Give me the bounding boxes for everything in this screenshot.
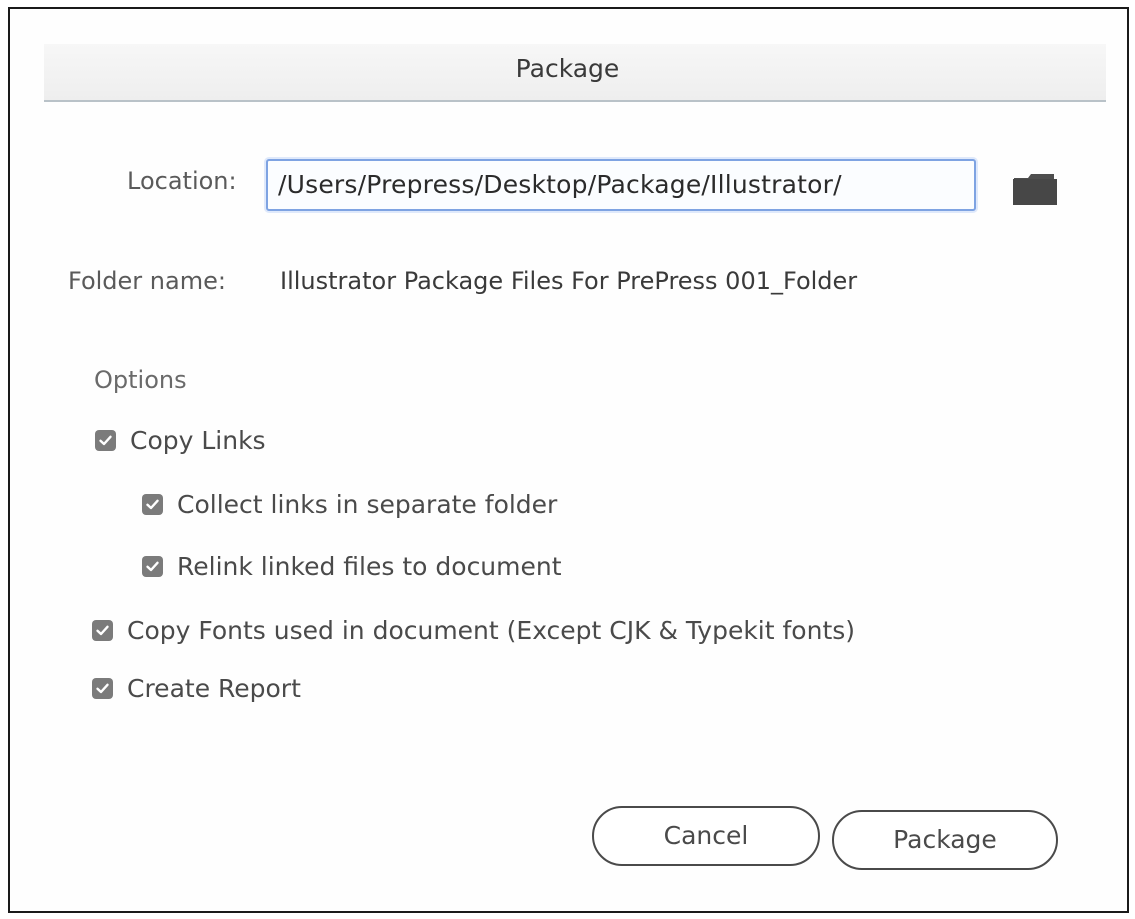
dialog-title: Package — [515, 54, 620, 83]
collect-links-label: Collect links in separate folder — [177, 490, 558, 519]
relink-files-option[interactable]: Relink linked files to document — [142, 552, 562, 581]
checkbox-checked-icon[interactable] — [95, 430, 116, 451]
collect-links-option[interactable]: Collect links in separate folder — [142, 490, 557, 519]
checkbox-checked-icon[interactable] — [142, 494, 163, 515]
cancel-button[interactable]: Cancel — [592, 806, 820, 866]
folder-icon[interactable] — [1012, 172, 1058, 206]
location-label: Location: — [127, 167, 237, 195]
copy-fonts-label: Copy Fonts used in document (Except CJK … — [127, 616, 856, 645]
checkbox-checked-icon[interactable] — [142, 556, 163, 577]
package-button[interactable]: Package — [832, 810, 1058, 870]
relink-files-label: Relink linked files to document — [177, 552, 562, 581]
checkbox-checked-icon[interactable] — [92, 620, 113, 641]
copy-links-label: Copy Links — [130, 426, 266, 455]
folder-name-field[interactable]: Illustrator Package Files For PrePress 0… — [280, 267, 857, 295]
create-report-label: Create Report — [127, 674, 301, 703]
copy-links-option[interactable]: Copy Links — [95, 426, 266, 455]
location-input[interactable]: /Users/Prepress/Desktop/Package/Illustra… — [266, 159, 976, 211]
folder-name-label: Folder name: — [68, 267, 226, 295]
create-report-option[interactable]: Create Report — [92, 674, 301, 703]
options-heading: Options — [94, 366, 187, 394]
copy-fonts-option[interactable]: Copy Fonts used in document (Except CJK … — [92, 616, 855, 645]
checkbox-checked-icon[interactable] — [92, 678, 113, 699]
package-dialog — [8, 7, 1129, 913]
